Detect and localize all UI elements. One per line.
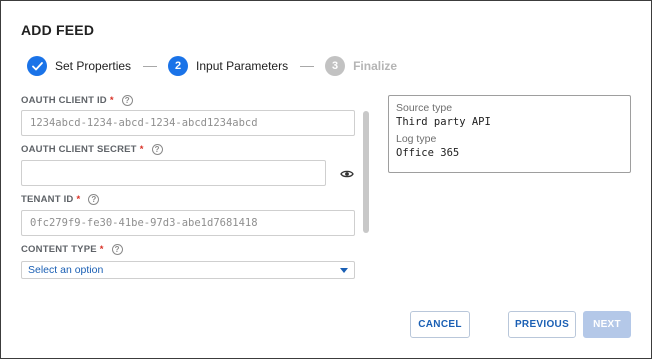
- help-icon[interactable]: ?: [151, 144, 163, 155]
- content-type-label-text: CONTENT TYPE: [21, 244, 97, 255]
- content-type-select[interactable]: Select an option: [21, 261, 355, 279]
- tenant-id-input[interactable]: 0fc279f9-fe30-41be-97d3-abe1d7681418: [21, 210, 355, 236]
- add-feed-dialog: ADD FEED Set Properties 2 Input Paramete…: [0, 0, 652, 359]
- content-type-label: CONTENT TYPE * ?: [21, 244, 123, 255]
- client-secret-input[interactable]: [21, 160, 326, 186]
- client-id-label-text: OAUTH CLIENT ID: [21, 95, 107, 106]
- required-marker: *: [76, 194, 81, 205]
- source-type-value: Third party API: [396, 116, 491, 128]
- eye-icon[interactable]: [340, 167, 354, 181]
- feed-info-panel: Source type Third party API Log type Off…: [388, 95, 631, 173]
- tenant-id-label: TENANT ID * ?: [21, 194, 100, 205]
- log-type-value: Office 365: [396, 147, 460, 159]
- step-label: Set Properties: [55, 59, 132, 73]
- dialog-title: ADD FEED: [21, 22, 95, 38]
- next-button[interactable]: NEXT: [583, 311, 631, 338]
- required-marker: *: [109, 95, 114, 106]
- source-type-label: Source type: [396, 102, 453, 114]
- step-label: Input Parameters: [196, 59, 289, 73]
- required-marker: *: [139, 144, 144, 155]
- step-input-parameters[interactable]: 2 Input Parameters: [168, 56, 288, 76]
- select-placeholder: Select an option: [28, 264, 104, 276]
- required-marker: *: [99, 244, 104, 255]
- client-id-input[interactable]: 1234abcd-1234-abcd-1234-abcd1234abcd: [21, 110, 355, 136]
- step-set-properties[interactable]: Set Properties: [27, 56, 131, 76]
- log-type-label: Log type: [396, 133, 437, 145]
- previous-button[interactable]: PREVIOUS: [508, 311, 576, 338]
- client-id-label: OAUTH CLIENT ID * ?: [21, 95, 133, 106]
- step-done-check-icon: [27, 56, 47, 76]
- step-finalize: 3 Finalize: [325, 56, 397, 76]
- help-icon[interactable]: ?: [111, 244, 123, 255]
- step-number: 3: [325, 56, 346, 76]
- step-divider: [143, 65, 158, 67]
- stepper: Set Properties 2 Input Parameters 3 Fina…: [27, 56, 397, 76]
- help-icon[interactable]: ?: [88, 194, 100, 205]
- step-divider: [300, 65, 315, 67]
- client-secret-label: OAUTH CLIENT SECRET * ?: [21, 144, 163, 155]
- step-label: Finalize: [353, 59, 398, 73]
- cancel-button[interactable]: CANCEL: [410, 311, 470, 338]
- step-number: 2: [168, 56, 189, 76]
- form-scrollbar-thumb[interactable]: [363, 111, 369, 233]
- client-secret-label-text: OAUTH CLIENT SECRET: [21, 144, 137, 155]
- parameters-form: OAUTH CLIENT ID * ? 1234abcd-1234-abcd-1…: [21, 91, 357, 291]
- caret-down-icon: [340, 267, 348, 273]
- tenant-id-label-text: TENANT ID: [21, 194, 74, 205]
- help-icon[interactable]: ?: [121, 95, 133, 106]
